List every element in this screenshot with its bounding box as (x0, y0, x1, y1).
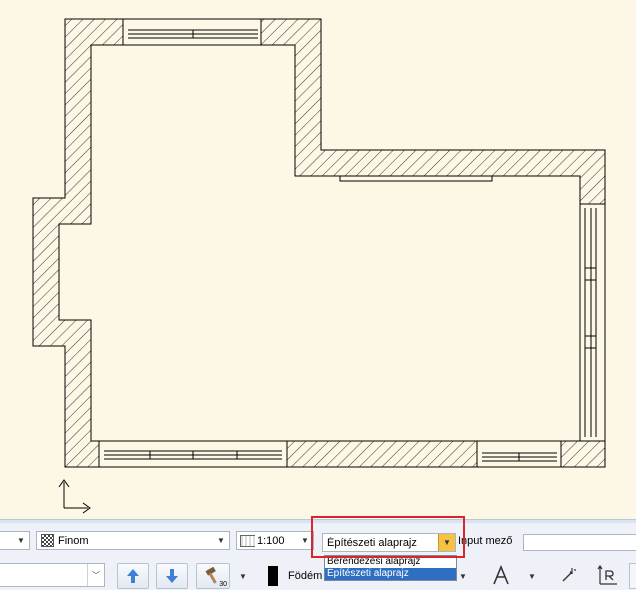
chevron-down-icon: ﹀ (87, 564, 104, 586)
input-field[interactable] (523, 534, 636, 551)
letter-a-icon (493, 565, 509, 585)
dropdown-option[interactable]: Berendezési alaprajz (325, 556, 456, 568)
input-field-label: Input mező (458, 535, 513, 547)
chevron-down-icon: ▼ (528, 571, 536, 581)
coordinate-r-icon (597, 564, 617, 585)
wall-hatch (32, 18, 606, 468)
right-edge-button[interactable] (629, 563, 636, 589)
command-combo[interactable]: ﹀ (0, 563, 105, 587)
hammer-options-dropdown[interactable]: ▼ (233, 563, 253, 589)
chevron-down-icon[interactable]: ▼ (438, 534, 455, 551)
checker-pattern-icon (41, 534, 54, 547)
text-style-button[interactable] (485, 562, 517, 588)
text-style-dropdown[interactable]: ▼ (522, 563, 542, 589)
chevron-down-icon: ▼ (17, 536, 25, 545)
axis-indicator-icon (58, 479, 91, 514)
layer-dropdown-list[interactable]: Berendezési alaprajz Építészeti alaprajz (324, 555, 457, 581)
snap-cursor-icon (562, 568, 576, 582)
ruler-icon (240, 534, 255, 547)
move-down-button[interactable] (156, 563, 188, 589)
dropdown-option-selected[interactable]: Építészeti alaprajz (325, 568, 456, 580)
material-label: Födém (288, 570, 323, 582)
chevron-down-icon: ▼ (217, 536, 225, 545)
arrow-down-icon (166, 569, 178, 583)
chevron-down-icon: ▼ (239, 571, 247, 581)
layer-combo[interactable]: Építészeti alaprajz ▼ (322, 533, 456, 552)
window-top (122, 18, 262, 46)
reference-coordinate-button[interactable] (593, 562, 623, 588)
window-right (579, 203, 606, 442)
scale-value: 1:100 (257, 534, 285, 547)
floor-plan-canvas[interactable] (0, 0, 636, 522)
window-bottom-left (98, 440, 288, 468)
chevron-down-icon: ▼ (301, 536, 309, 545)
properties-toolbar-row: ▼ Finom ▼ 1:100 ▼ Építészeti alaprajz ▼ … (0, 523, 636, 559)
move-up-button[interactable] (117, 563, 149, 589)
material-swatch (268, 566, 278, 586)
hammer-badge: 30 (219, 581, 227, 588)
detail-level-value: Finom (58, 534, 89, 547)
layer-value: Építészeti alaprajz (327, 536, 417, 549)
window-bottom-right (476, 440, 562, 468)
command-toolbar-row: ﹀ 30 ▼ Födém ▼ ▼ (0, 558, 636, 590)
arrow-up-icon (127, 569, 139, 583)
snap-tool-button[interactable] (554, 562, 584, 588)
hammer-3d-button[interactable]: 30 (196, 563, 230, 589)
chevron-down-icon: ▼ (459, 571, 467, 581)
scale-combo[interactable]: 1:100 ▼ (236, 531, 314, 550)
detail-level-combo[interactable]: Finom ▼ (36, 531, 230, 550)
wall-opening-line (339, 175, 493, 182)
left-partial-combo[interactable]: ▼ (0, 531, 30, 550)
